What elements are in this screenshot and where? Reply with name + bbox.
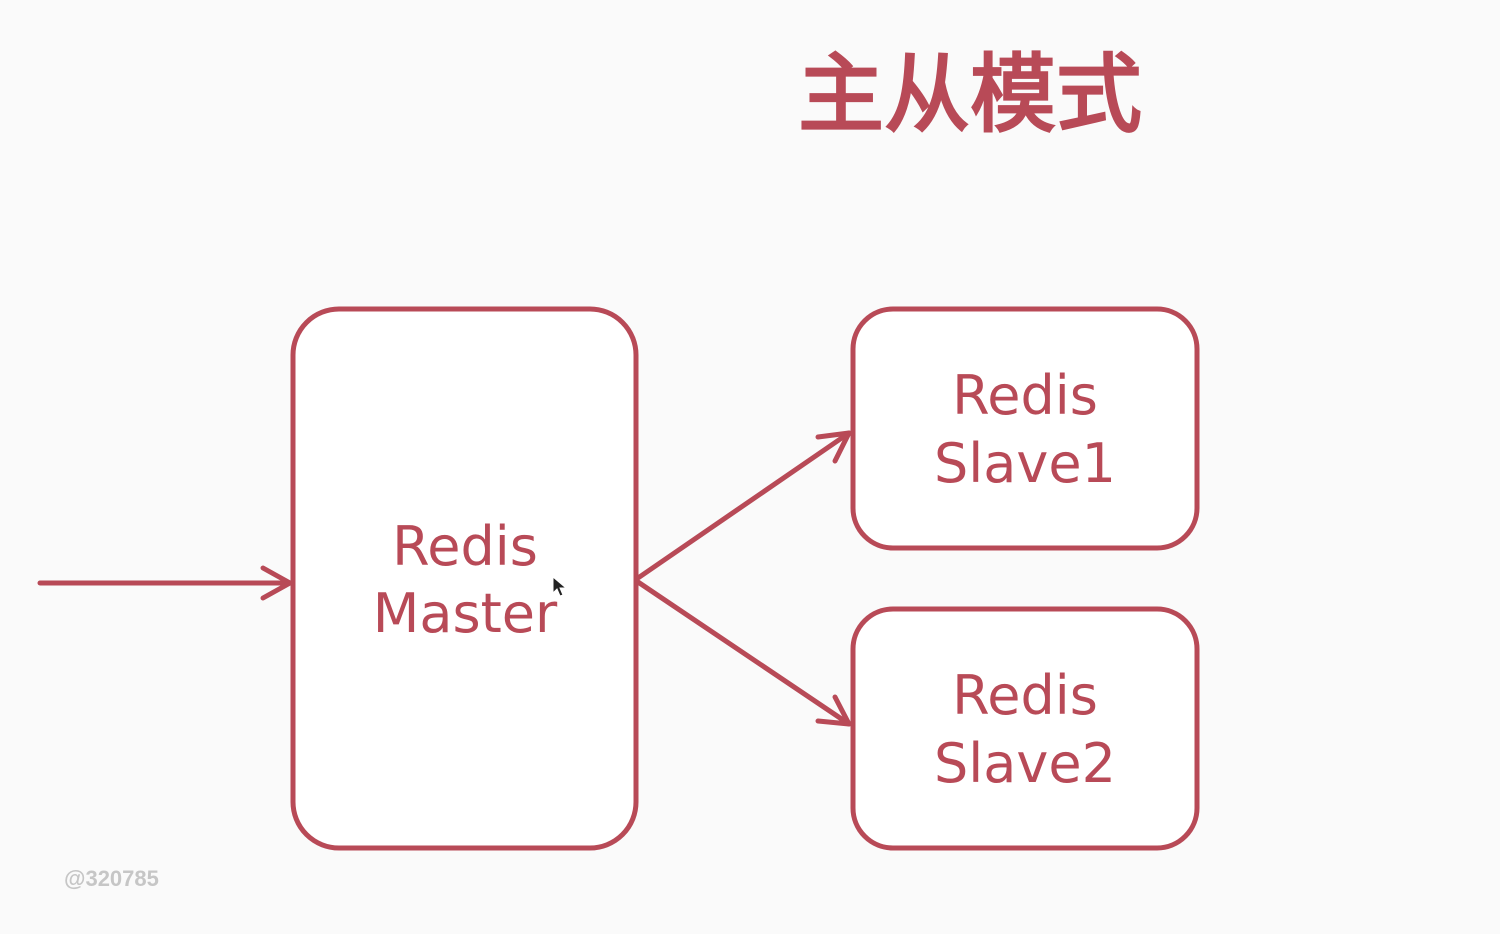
edge-slave2-arrowhead — [815, 694, 852, 727]
edge-slave1-arrowhead — [815, 430, 852, 464]
watermark: @320785 — [64, 866, 159, 891]
node-master-box — [290, 306, 639, 851]
diagram-title: 主从模式 — [798, 45, 1142, 145]
edge-master-to-slave1 — [635, 430, 852, 581]
node-slave1-label-line1: Redis — [952, 364, 1098, 427]
node-slave2-label-line2: Slave2 — [934, 732, 1116, 795]
node-master: Redis Master — [290, 306, 639, 851]
node-slave1-label-line2: Slave1 — [934, 432, 1116, 495]
edge-slave1-line — [635, 430, 852, 581]
node-slave2: Redis Slave2 — [850, 606, 1200, 851]
diagram-canvas: 主从模式 Redis Master Redis Slave1 Redis Sla… — [37, 45, 1200, 891]
node-master-label-line2: Master — [373, 582, 558, 645]
node-slave2-box — [850, 606, 1200, 851]
edge-slave2-line — [635, 579, 852, 727]
node-slave1: Redis Slave1 — [850, 306, 1200, 551]
edge-master-to-slave2 — [635, 579, 852, 727]
node-slave2-label-line1: Redis — [952, 664, 1098, 727]
node-slave1-box — [850, 306, 1200, 551]
node-master-label-line1: Redis — [392, 515, 538, 578]
edge-input-to-master — [37, 565, 293, 601]
